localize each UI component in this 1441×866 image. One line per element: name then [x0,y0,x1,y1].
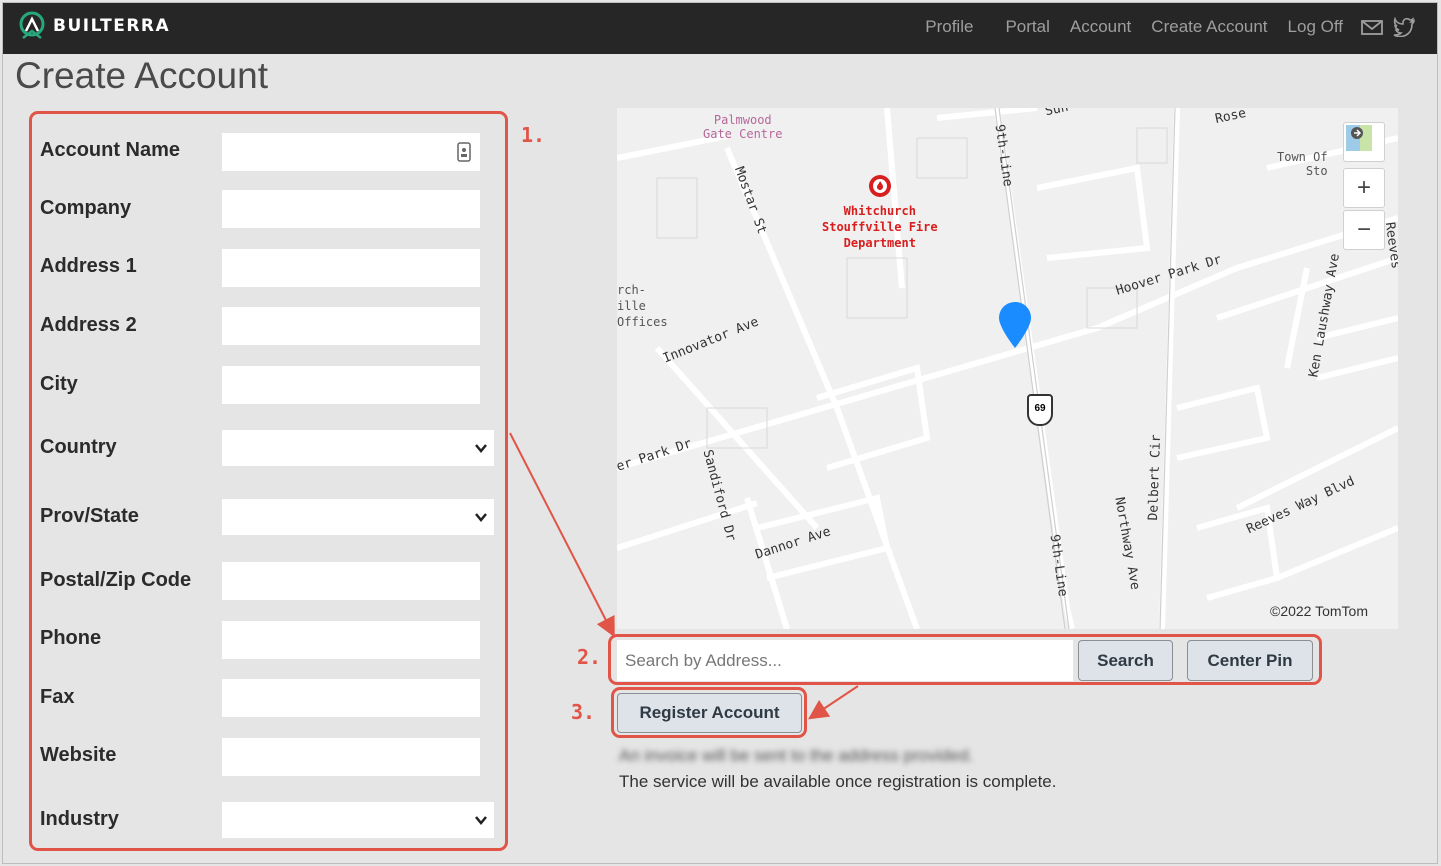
annotation-arrows [509,432,859,720]
arrow-form-to-search [509,432,615,638]
arrow-search-to-register [808,685,859,720]
